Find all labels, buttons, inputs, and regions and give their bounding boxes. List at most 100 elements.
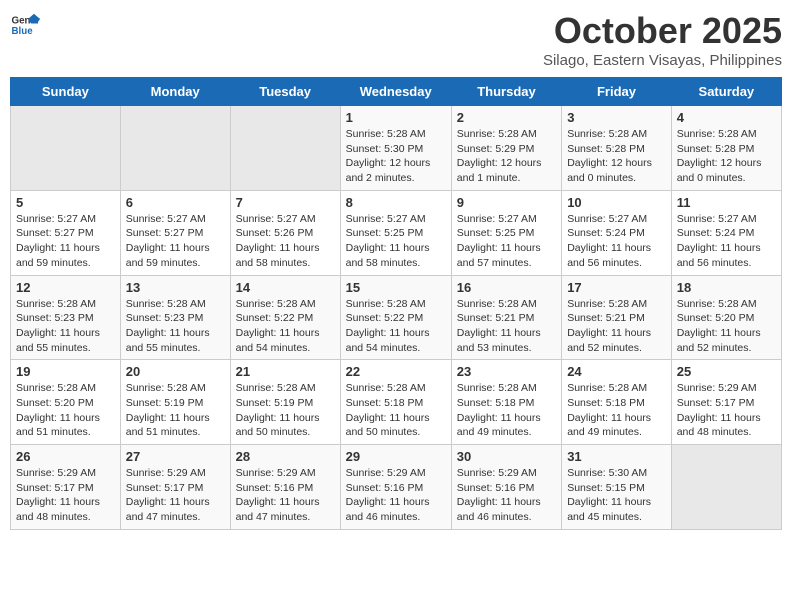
day-info: Sunrise: 5:28 AMSunset: 5:19 PMDaylight:… [236,381,335,440]
day-info: Sunrise: 5:27 AMSunset: 5:27 PMDaylight:… [16,212,115,271]
day-number: 28 [236,449,335,464]
weekday-header: Thursday [451,78,561,106]
day-number: 22 [346,364,446,379]
calendar-cell: 19 Sunrise: 5:28 AMSunset: 5:20 PMDayligh… [11,360,121,445]
day-info: Sunrise: 5:27 AMSunset: 5:24 PMDaylight:… [677,212,776,271]
day-number: 30 [457,449,556,464]
calendar-cell: 6Sunrise: 5:27 AMSunset: 5:27 PMDaylight… [120,190,230,275]
calendar-cell [230,106,340,191]
day-number: 24 [567,364,666,379]
day-info: Sunrise: 5:28 AMSunset: 5:28 PMDaylight:… [677,127,776,186]
day-number: 8 [346,195,446,210]
day-info: Sunrise: 5:29 AMSunset: 5:17 PMDaylight:… [16,466,115,525]
calendar-cell: 7 Sunrise: 5:27 AMSunset: 5:26 PMDaylight… [230,190,340,275]
day-info: Sunrise: 5:27 AMSunset: 5:26 PMDaylight:… [236,212,335,271]
calendar-cell: 5 Sunrise: 5:27 AMSunset: 5:27 PMDaylight… [11,190,121,275]
day-info: Sunrise: 5:29 AMSunset: 5:16 PMDaylight:… [457,466,556,525]
calendar-cell: 26 Sunrise: 5:29 AMSunset: 5:17 PMDayligh… [11,445,121,530]
calendar-cell: 4 Sunrise: 5:28 AMSunset: 5:28 PMDaylight… [671,106,781,191]
calendar-week-row: 5 Sunrise: 5:27 AMSunset: 5:27 PMDaylight… [11,190,782,275]
weekday-header: Sunday [11,78,121,106]
calendar-cell: 18Sunrise: 5:28 AMSunset: 5:20 PMDayligh… [671,275,781,360]
day-info: Sunrise: 5:27 AMSunset: 5:24 PMDaylight:… [567,212,666,271]
weekday-header-row: SundayMondayTuesdayWednesdayThursdayFrid… [11,78,782,106]
calendar-cell: 24 Sunrise: 5:28 AMSunset: 5:18 PMDayligh… [562,360,672,445]
calendar-cell: 10 Sunrise: 5:27 AMSunset: 5:24 PMDayligh… [562,190,672,275]
day-number: 23 [457,364,556,379]
day-number: 29 [346,449,446,464]
day-info: Sunrise: 5:28 AMSunset: 5:18 PMDaylight:… [346,381,446,440]
calendar-cell: 31 Sunrise: 5:30 AMSunset: 5:15 PMDayligh… [562,445,672,530]
day-number: 4 [677,110,776,125]
calendar-cell: 29 Sunrise: 5:29 AMSunset: 5:16 PMDayligh… [340,445,451,530]
calendar-cell: 20 Sunrise: 5:28 AMSunset: 5:19 PMDayligh… [120,360,230,445]
day-number: 17 [567,280,666,295]
day-number: 11 [677,195,776,210]
day-info: Sunrise: 5:28 AMSunset: 5:20 PMDaylight:… [677,297,776,356]
day-info: Sunrise: 5:28 AMSunset: 5:20 PMDaylight:… [16,381,115,440]
day-info: Sunrise: 5:28 AMSunset: 5:23 PMDaylight:… [16,297,115,356]
weekday-header: Tuesday [230,78,340,106]
weekday-header: Saturday [671,78,781,106]
calendar-cell: 11 Sunrise: 5:27 AMSunset: 5:24 PMDayligh… [671,190,781,275]
day-info: Sunrise: 5:29 AMSunset: 5:16 PMDaylight:… [236,466,335,525]
day-info: Sunrise: 5:28 AMSunset: 5:18 PMDaylight:… [567,381,666,440]
logo: General Blue [10,10,40,40]
calendar-cell [11,106,121,191]
calendar-cell [120,106,230,191]
day-info: Sunrise: 5:28 AMSunset: 5:29 PMDaylight:… [457,127,556,186]
day-number: 20 [126,364,225,379]
calendar-cell: 8 Sunrise: 5:27 AMSunset: 5:25 PMDaylight… [340,190,451,275]
day-info: Sunrise: 5:27 AMSunset: 5:25 PMDaylight:… [346,212,446,271]
calendar-cell: 23 Sunrise: 5:28 AMSunset: 5:18 PMDayligh… [451,360,561,445]
day-info: Sunrise: 5:28 AMSunset: 5:21 PMDaylight:… [457,297,556,356]
day-info: Sunrise: 5:30 AMSunset: 5:15 PMDaylight:… [567,466,666,525]
calendar-cell: 22 Sunrise: 5:28 AMSunset: 5:18 PMDayligh… [340,360,451,445]
calendar-week-row: 19 Sunrise: 5:28 AMSunset: 5:20 PMDayligh… [11,360,782,445]
page-header: General Blue October 2025 Silago, Easter… [10,10,782,69]
day-number: 21 [236,364,335,379]
calendar-cell: 9Sunrise: 5:27 AMSunset: 5:25 PMDaylight… [451,190,561,275]
calendar-cell [671,445,781,530]
calendar-cell: 21 Sunrise: 5:28 AMSunset: 5:19 PMDayligh… [230,360,340,445]
day-info: Sunrise: 5:28 AMSunset: 5:21 PMDaylight:… [567,297,666,356]
day-info: Sunrise: 5:28 AMSunset: 5:18 PMDaylight:… [457,381,556,440]
day-number: 12 [16,280,115,295]
svg-text:Blue: Blue [12,26,34,37]
day-number: 16 [457,280,556,295]
day-number: 3 [567,110,666,125]
day-number: 7 [236,195,335,210]
day-number: 5 [16,195,115,210]
day-info: Sunrise: 5:29 AMSunset: 5:17 PMDaylight:… [677,381,776,440]
day-number: 10 [567,195,666,210]
calendar-cell: 3Sunrise: 5:28 AMSunset: 5:28 PMDaylight… [562,106,672,191]
calendar-cell: 28 Sunrise: 5:29 AMSunset: 5:16 PMDayligh… [230,445,340,530]
calendar-cell: 25Sunrise: 5:29 AMSunset: 5:17 PMDayligh… [671,360,781,445]
day-number: 19 [16,364,115,379]
calendar-cell: 14Sunrise: 5:28 AMSunset: 5:22 PMDayligh… [230,275,340,360]
day-number: 1 [346,110,446,125]
day-info: Sunrise: 5:28 AMSunset: 5:22 PMDaylight:… [236,297,335,356]
calendar-cell: 27 Sunrise: 5:29 AMSunset: 5:17 PMDayligh… [120,445,230,530]
calendar-week-row: 26 Sunrise: 5:29 AMSunset: 5:17 PMDayligh… [11,445,782,530]
weekday-header: Wednesday [340,78,451,106]
location-subtitle: Silago, Eastern Visayas, Philippines [543,52,782,69]
day-info: Sunrise: 5:28 AMSunset: 5:19 PMDaylight:… [126,381,225,440]
day-info: Sunrise: 5:29 AMSunset: 5:17 PMDaylight:… [126,466,225,525]
day-number: 31 [567,449,666,464]
day-number: 13 [126,280,225,295]
day-number: 15 [346,280,446,295]
day-info: Sunrise: 5:28 AMSunset: 5:23 PMDaylight:… [126,297,225,356]
day-number: 9 [457,195,556,210]
calendar-cell: 2 Sunrise: 5:28 AMSunset: 5:29 PMDaylight… [451,106,561,191]
day-info: Sunrise: 5:29 AMSunset: 5:16 PMDaylight:… [346,466,446,525]
calendar-cell: 30 Sunrise: 5:29 AMSunset: 5:16 PMDayligh… [451,445,561,530]
day-number: 6 [126,195,225,210]
day-number: 26 [16,449,115,464]
calendar-week-row: 1Sunrise: 5:28 AMSunset: 5:30 PMDaylight… [11,106,782,191]
calendar-cell: 1Sunrise: 5:28 AMSunset: 5:30 PMDaylight… [340,106,451,191]
calendar-cell: 15Sunrise: 5:28 AMSunset: 5:22 PMDayligh… [340,275,451,360]
day-number: 27 [126,449,225,464]
day-number: 2 [457,110,556,125]
calendar-week-row: 12 Sunrise: 5:28 AMSunset: 5:23 PMDayligh… [11,275,782,360]
